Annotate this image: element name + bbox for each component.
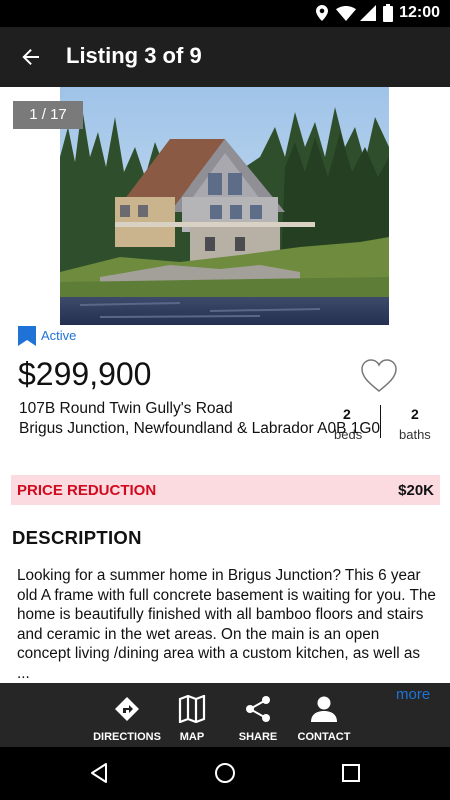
- app-bar: Listing 3 of 9: [0, 27, 450, 87]
- system-nav-bar: [0, 747, 450, 800]
- screen: 12:00 Listing 3 of 9 1 / 17 Active $299,…: [0, 0, 450, 800]
- contact-button[interactable]: CONTACT: [294, 683, 354, 747]
- signal-icon: [360, 5, 376, 21]
- price-reduction-label: PRICE REDUCTION: [17, 482, 157, 499]
- more-link[interactable]: more: [396, 686, 430, 703]
- arrow-left-icon[interactable]: [17, 43, 45, 71]
- photo-gallery[interactable]: 1 / 17: [0, 87, 450, 325]
- address-line-2: Brigus Junction, Newfoundland & Labrador…: [19, 420, 381, 437]
- action-bar: DIRECTIONS MAP SHARE CONTACT: [0, 683, 450, 747]
- heart-outline-icon[interactable]: [360, 358, 398, 394]
- share-button[interactable]: SHARE: [232, 683, 284, 747]
- beds-label: beds: [334, 427, 363, 442]
- page-title: Listing 3 of 9: [66, 43, 202, 68]
- address-line-1: 107B Round Twin Gully's Road: [19, 400, 233, 417]
- directions-button[interactable]: DIRECTIONS: [92, 683, 162, 747]
- stat-divider: [380, 405, 381, 438]
- description-heading: DESCRIPTION: [12, 527, 142, 548]
- listing-price: $299,900: [18, 356, 152, 392]
- location-icon: [316, 5, 328, 21]
- bookmark-icon: [18, 326, 36, 346]
- contact-label: CONTACT: [297, 731, 351, 743]
- battery-icon: [383, 4, 393, 22]
- home-circle-icon[interactable]: [213, 761, 237, 785]
- map-label: MAP: [179, 731, 205, 743]
- status-bar: 12:00: [0, 0, 450, 27]
- house-photo: [60, 87, 389, 325]
- back-triangle-icon[interactable]: [87, 761, 111, 785]
- clock: 12:00: [399, 4, 440, 21]
- photo-counter: 1 / 17: [13, 101, 83, 129]
- price-reduction-banner: PRICE REDUCTION $20K: [11, 475, 440, 505]
- map-icon: [178, 695, 206, 723]
- beds-count: 2: [343, 406, 351, 422]
- directions-label: DIRECTIONS: [93, 731, 161, 743]
- baths-label: baths: [399, 427, 431, 442]
- wifi-icon: [336, 6, 356, 21]
- share-label: SHARE: [238, 731, 278, 743]
- status-text: Active: [41, 328, 77, 343]
- share-icon: [246, 696, 270, 722]
- listing-photo[interactable]: [60, 87, 389, 325]
- recents-square-icon[interactable]: [339, 761, 363, 785]
- directions-icon: [115, 697, 139, 721]
- map-button[interactable]: MAP: [170, 683, 214, 747]
- description-text: Looking for a summer home in Brigus Junc…: [17, 567, 436, 682]
- contact-icon: [311, 696, 337, 722]
- baths-count: 2: [411, 406, 419, 422]
- price-reduction-amount: $20K: [398, 482, 434, 499]
